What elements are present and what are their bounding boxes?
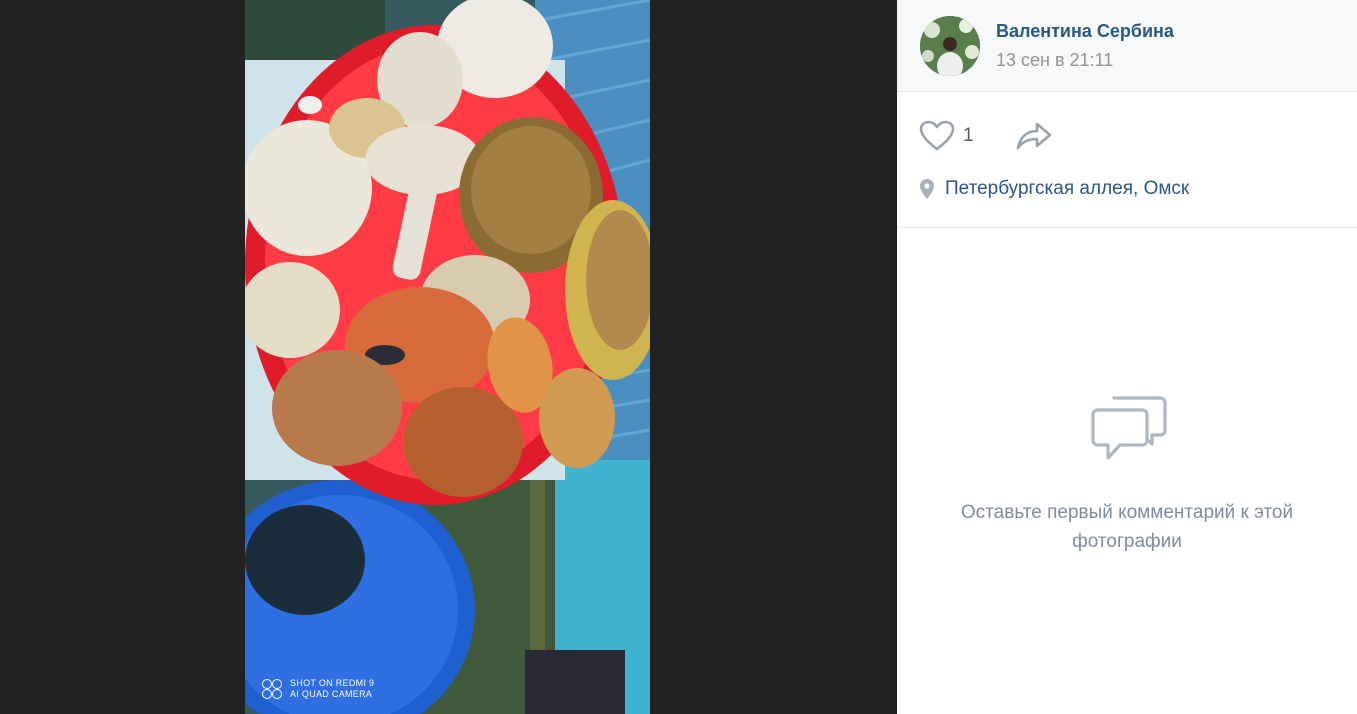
post-header: Валентина Сербина 13 сен в 21:11 xyxy=(897,0,1357,92)
author-name[interactable]: Валентина Сербина xyxy=(996,21,1174,42)
empty-comments-text: Оставьте первый комментарий к этой фотог… xyxy=(960,502,1294,552)
share-icon xyxy=(1016,122,1052,150)
location-pin-icon xyxy=(920,179,934,199)
avatar-image xyxy=(920,16,980,76)
camera-watermark: SHOT ON REDMI 9 AI QUAD CAMERA xyxy=(262,678,374,700)
watermark-line-1: SHOT ON REDMI 9 xyxy=(290,678,375,688)
like-count: 1 xyxy=(963,125,974,146)
like-button[interactable]: 1 xyxy=(919,120,974,152)
photo-image[interactable] xyxy=(245,0,650,714)
camera-logo-icon xyxy=(262,679,284,699)
photo-viewer: SHOT ON REDMI 9 AI QUAD CAMERA xyxy=(0,0,897,714)
photo-sidebar: Валентина Сербина 13 сен в 21:11 1 Петер… xyxy=(897,0,1357,714)
location-text[interactable]: Петербургская аллея, Омск xyxy=(945,178,1189,200)
share-button[interactable] xyxy=(1015,120,1053,157)
location[interactable]: Петербургская аллея, Омск xyxy=(919,178,1189,200)
post-actions: 1 Петербургская аллея, Омск xyxy=(897,92,1357,228)
post-date[interactable]: 13 сен в 21:11 xyxy=(996,50,1113,71)
watermark-line-2: AI QUAD CAMERA xyxy=(290,689,373,699)
comments-icon xyxy=(1091,396,1167,460)
comments-empty-state: Оставьте первый комментарий к этой фотог… xyxy=(897,228,1357,714)
mushroom-photo xyxy=(245,0,650,714)
like-icon xyxy=(919,120,955,151)
avatar[interactable] xyxy=(920,16,980,76)
